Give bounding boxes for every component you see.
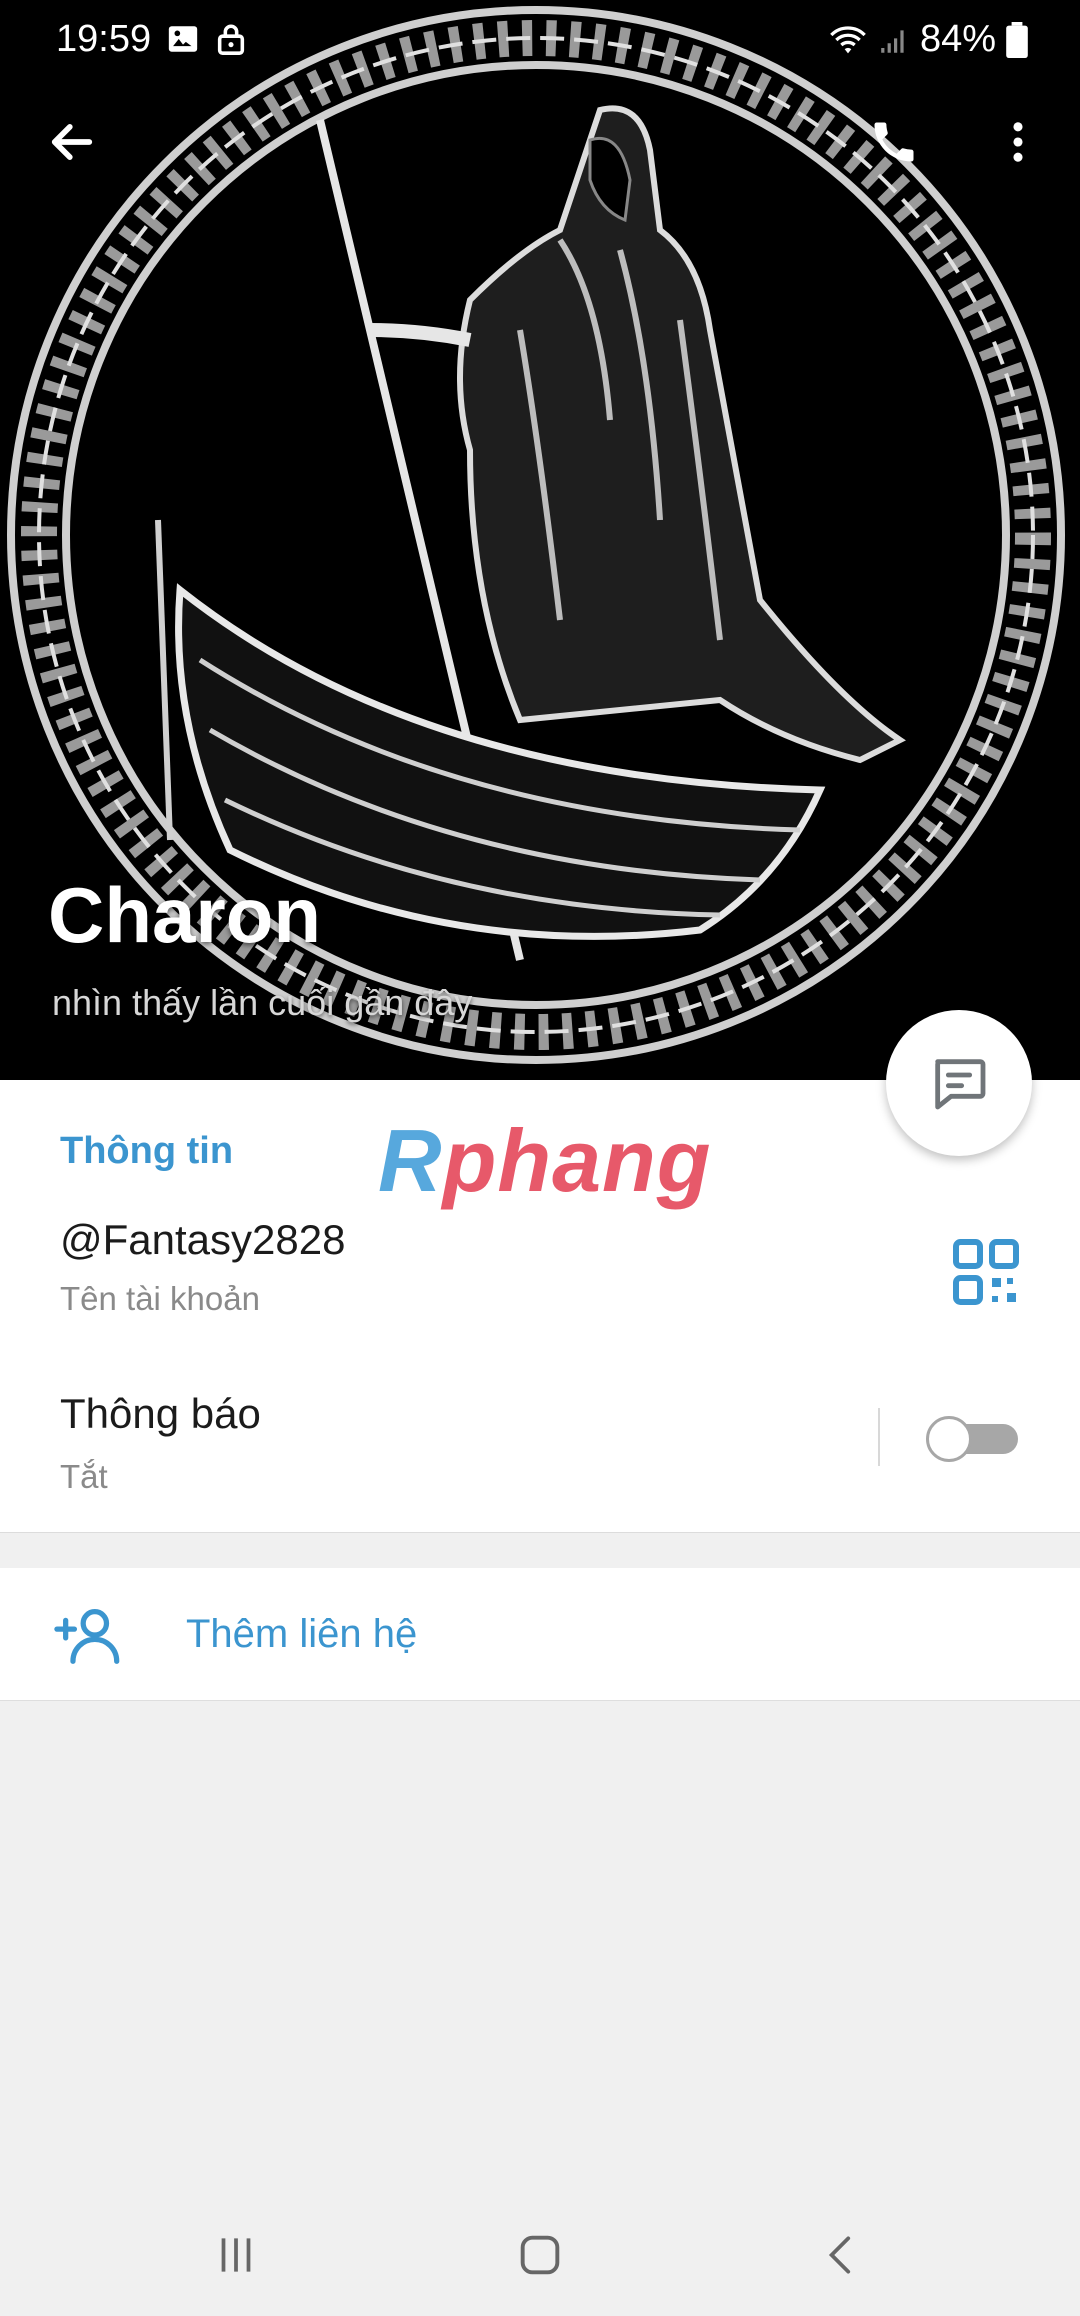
username-value[interactable]: @Fantasy2828	[60, 1216, 345, 1264]
image-icon	[168, 26, 198, 52]
lock-icon	[217, 24, 245, 55]
chevron-left-icon	[828, 2236, 851, 2274]
wifi-icon	[830, 25, 866, 53]
qr-code-icon	[953, 1239, 1019, 1305]
more-vertical-icon	[1013, 122, 1023, 162]
section-title-info: Thông tin	[60, 1130, 234, 1172]
home-icon	[520, 2235, 560, 2275]
notifications-state: Tắt	[60, 1458, 108, 1495]
back-button[interactable]	[30, 100, 114, 184]
qr-code-button[interactable]	[950, 1236, 1022, 1308]
more-options-button[interactable]	[976, 100, 1060, 184]
section-divider	[0, 1532, 1080, 1533]
toggle-knob	[926, 1416, 972, 1462]
system-navigation-bar	[0, 2200, 1080, 2316]
add-contact-label: Thêm liên hệ	[186, 1612, 418, 1656]
divider	[878, 1408, 880, 1466]
profile-name: Charon	[48, 871, 321, 959]
notifications-toggle[interactable]	[926, 1416, 1018, 1462]
username-label: Tên tài khoản	[60, 1280, 260, 1317]
add-user-icon	[54, 1609, 120, 1664]
message-icon	[935, 1059, 986, 1110]
status-time: 19:59	[56, 18, 152, 60]
notifications-label[interactable]: Thông báo	[60, 1390, 261, 1438]
arrow-left-icon	[51, 124, 93, 160]
home-button[interactable]	[500, 2220, 580, 2290]
last-seen-status: nhìn thấy lần cuối gần đây	[52, 982, 473, 1023]
info-section: Thông tin Rphang @Fantasy2828 Tên tài kh…	[0, 1080, 1080, 1532]
system-back-button[interactable]	[802, 2220, 882, 2290]
signal-icon	[881, 29, 904, 53]
profile-header: 19:59 84% Charon nhìn thấy lần cuối gần …	[0, 0, 1080, 1080]
add-contact-row[interactable]: Thêm liên hệ	[0, 1568, 1080, 1701]
recent-apps-button[interactable]	[196, 2220, 276, 2290]
battery-percent: 84%	[919, 18, 996, 60]
recent-apps-icon	[221, 2238, 251, 2272]
call-button[interactable]	[852, 100, 936, 184]
battery-icon	[1006, 21, 1028, 58]
send-message-button[interactable]	[886, 1010, 1032, 1156]
watermark-logo: Rphang	[378, 1111, 712, 1210]
status-bar: 19:59 84%	[0, 0, 1080, 80]
phone-icon	[874, 122, 914, 162]
